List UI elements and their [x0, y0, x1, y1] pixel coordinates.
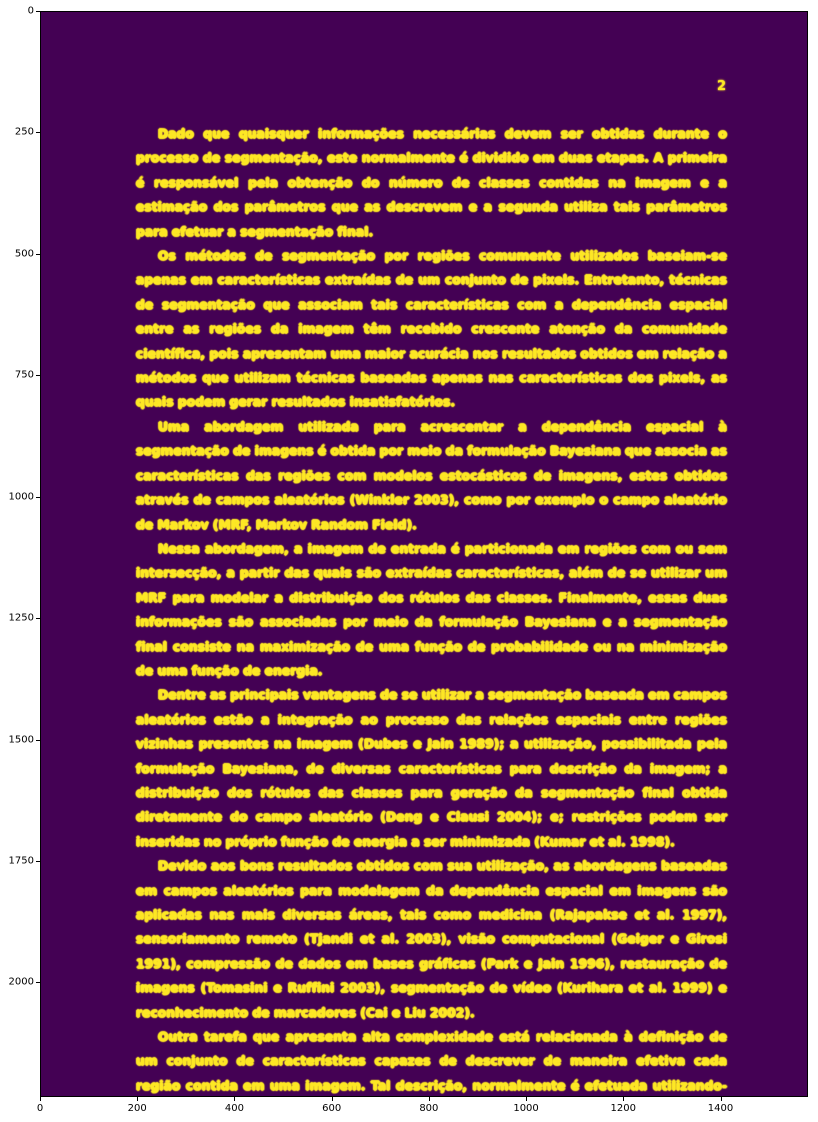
paragraph-5: Dentre as principais vantagens de se uti… [136, 688, 727, 849]
y-tick-label: 500 [14, 248, 34, 260]
y-tick-mark [36, 253, 40, 255]
x-tick-label: 200 [127, 1103, 147, 1114]
y-tick-label: 1250 [8, 612, 34, 624]
y-tick-mark [36, 11, 40, 12]
y-tick-mark [36, 739, 40, 741]
x-tick-mark [331, 1097, 333, 1101]
y-tick-mark [36, 618, 40, 620]
x-tick-label: 800 [419, 1103, 439, 1114]
x-tick-label: 600 [322, 1103, 342, 1114]
y-tick-label: 2000 [8, 976, 34, 988]
x-tick-mark [526, 1097, 528, 1101]
x-tick-label: 1400 [707, 1103, 734, 1114]
y-tick-mark [36, 982, 40, 984]
x-tick-label: 400 [224, 1103, 244, 1114]
x-tick-mark [137, 1097, 139, 1101]
paragraph-2: Os métodos de segmentação por regiões co… [136, 249, 727, 410]
y-tick-mark [36, 496, 40, 498]
paragraph-4: Nessa abordagem, a imagem de entrada é p… [136, 541, 727, 678]
x-tick-mark [40, 1097, 41, 1101]
y-tick-label: 1000 [8, 491, 34, 503]
document-text-block: Dado que quaisquer informações necessári… [136, 122, 727, 1096]
x-tick-mark [234, 1097, 236, 1101]
paragraph-3: Uma abordagem utilizada para acrescentar… [136, 419, 727, 532]
x-tick-mark [623, 1097, 625, 1101]
y-tick-label: 1750 [8, 855, 34, 867]
x-tick-label: 1200 [610, 1103, 637, 1114]
page-number: 2 [717, 79, 727, 94]
x-tick-label: 0 [36, 1103, 44, 1114]
paragraph-6: Devido aos bons resultados obtidos com s… [136, 859, 727, 1020]
y-tick-label: 0 [27, 5, 34, 17]
y-tick-mark [36, 375, 40, 377]
y-tick-label: 250 [14, 126, 34, 138]
y-tick-mark [36, 132, 40, 134]
y-tick-mark [36, 860, 40, 862]
y-tick-label: 750 [14, 369, 34, 381]
image-plot-area: 2 Dado que quaisquer informações necessá… [40, 11, 808, 1097]
x-tick-label: 1000 [513, 1103, 539, 1114]
paragraph-7: Outra tarefa que apresenta alta complexi… [136, 1030, 727, 1093]
x-tick-mark [428, 1097, 430, 1101]
paragraph-1: Dado que quaisquer informações necessári… [136, 127, 727, 239]
x-tick-mark [720, 1097, 722, 1101]
y-tick-label: 1500 [8, 734, 34, 746]
